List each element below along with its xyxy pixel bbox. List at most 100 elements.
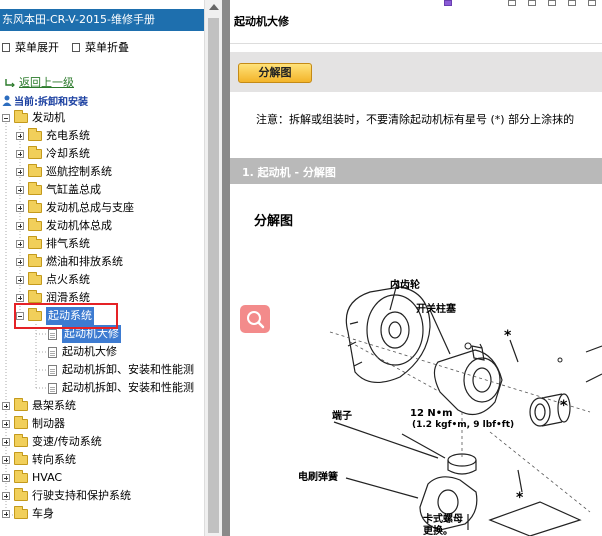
expand-toggle-icon[interactable] [16,222,24,230]
tree-node-starting[interactable]: 起动系统 [16,307,94,325]
toolbar-box-icon[interactable] [548,0,556,6]
folder-open-icon [28,308,42,321]
label-terminal: 端子 [332,411,352,422]
expand-toggle-icon[interactable] [2,510,10,518]
tree-node-label: 充电系统 [46,129,90,142]
folder-icon [28,236,42,249]
tree-leaf-starter-removal-1[interactable]: 起动机拆卸、安装和性能测 [48,361,202,379]
tree-node-cylinder-head[interactable]: 气缸盖总成 [16,181,101,199]
folder-icon [14,398,28,411]
expand-toggle-icon[interactable] [2,438,10,446]
pane-splitter[interactable] [222,0,230,536]
tree-leaf-starter-overhaul-1[interactable]: 起动机大修 [48,325,121,343]
scrollbar-thumb[interactable] [208,18,219,533]
folder-icon [28,290,42,303]
tree-node-cooling[interactable]: 冷却系统 [16,145,90,163]
menu-collapse-label: 菜单折叠 [85,41,129,54]
tree-node-ignition[interactable]: 点火系统 [16,271,90,289]
back-link[interactable]: 返回上一级 [4,74,74,90]
tree-node-engine-assembly[interactable]: 发动机总成与支座 [16,199,134,217]
back-link-label: 返回上一级 [19,76,74,89]
expand-toggle-icon[interactable] [2,420,10,428]
folder-icon [14,416,28,429]
folder-icon [28,254,42,267]
expand-toggle-icon[interactable] [16,276,24,284]
person-icon [2,95,12,106]
tree-node-label: 气缸盖总成 [46,183,101,196]
tree-node-exhaust[interactable]: 排气系统 [16,235,90,253]
tree-node-engine[interactable]: 发动机 [2,109,65,127]
zoom-button[interactable] [240,305,270,333]
content-header: 起动机大修 [230,0,602,44]
content-pane: 起动机大修 分解图 注意：拆解或组装时，不要清除起动机标有星号 (*) 部分上涂… [230,0,602,536]
folder-icon [14,434,28,447]
expand-toggle-icon[interactable] [2,456,10,464]
tree-node-body[interactable]: 车身 [2,505,54,523]
tree-leaf-starter-removal-2[interactable]: 起动机拆卸、安装和性能测 [48,379,202,397]
expand-toggle-icon[interactable] [16,204,24,212]
tree-node-label: 发动机总成与支座 [46,201,134,214]
toolbar-box-icon[interactable] [508,0,516,6]
tree-leaf-label: 起动机拆卸、安装和性能测 [62,381,194,394]
exploded-diagram: 内齿轮 开关柱塞 * * * 端子 12 N•m (1.2 kgf•m, 9 l… [290,262,602,536]
menu-collapse-button[interactable]: 菜单折叠 [72,39,129,55]
expand-toggle-icon[interactable] [16,258,24,266]
manual-title: 东风本田-CR-V-2015-维修手册 [0,9,204,31]
expand-toggle-icon[interactable] [16,294,24,302]
tree-node-label: 排气系统 [46,237,90,250]
collapse-toggle-icon[interactable] [2,114,10,122]
folder-icon [14,506,28,519]
tree-node-label: 发动机 [32,111,65,124]
tree-node-lubrication[interactable]: 润滑系统 [16,289,90,307]
tree-node-cruise[interactable]: 巡航控制系统 [16,163,112,181]
expand-toggle-icon[interactable] [2,474,10,482]
tree-node-hvac[interactable]: HVAC [2,469,62,487]
tree-node-label: 悬架系统 [32,399,76,412]
expand-toggle-icon[interactable] [16,240,24,248]
expand-toggle-icon[interactable] [2,402,10,410]
tree-node-brakes[interactable]: 制动器 [2,415,65,433]
label-brush-spring: 电刷弹簧 [298,472,338,483]
expand-toggle-icon[interactable] [16,168,24,176]
toolbar-box-icon[interactable] [568,0,576,6]
tree-node-label: 车身 [32,507,54,520]
scroll-up-arrow-icon[interactable] [209,4,219,10]
toolbar-box-icon[interactable] [588,0,596,6]
folder-icon [28,164,42,177]
label-replace: 更换。 [423,526,453,536]
menu-expand-button[interactable]: 菜单展开 [2,39,59,55]
collapse-toggle-icon[interactable] [16,312,24,320]
tree-node-steering[interactable]: 转向系统 [2,451,76,469]
tree-node-label: 制动器 [32,417,65,430]
expand-icon [2,42,10,52]
tree-node-label: 点火系统 [46,273,90,286]
expand-toggle-icon[interactable] [16,150,24,158]
tree-leaf-starter-overhaul-2[interactable]: 起动机大修 [48,343,117,361]
tree-node-fuel-emission[interactable]: 燃油和排放系统 [16,253,123,271]
diagram-heading: 分解图 [254,214,294,229]
toolbar-flag-icon[interactable] [444,0,452,6]
page-title: 起动机大修 [234,15,289,28]
expand-toggle-icon[interactable] [16,186,24,194]
folder-icon [14,470,28,483]
exploded-view-button[interactable]: 分解图 [238,63,312,83]
tree-node-driving-support[interactable]: 行驶支持和保护系统 [2,487,131,505]
folder-icon [28,182,42,195]
tree-node-label: 发动机体总成 [46,219,112,232]
tree-node-label: 润滑系统 [46,291,90,304]
tree-node-engine-block[interactable]: 发动机体总成 [16,217,112,235]
tree-node-label: 变速/传动系统 [32,435,102,448]
tree-node-charging[interactable]: 充电系统 [16,127,90,145]
label-asterisk: * [504,328,512,344]
expand-toggle-icon[interactable] [16,132,24,140]
current-location: 当前:拆卸和安装 [2,93,88,108]
tree-node-suspension[interactable]: 悬架系统 [2,397,76,415]
sidebar-scrollbar[interactable] [204,0,222,536]
toolbar-box-icon[interactable] [528,0,536,6]
expand-toggle-icon[interactable] [2,492,10,500]
folder-icon [14,488,28,501]
document-icon [48,328,57,340]
tree-node-transmission[interactable]: 变速/传动系统 [2,433,102,451]
tree-leaf-label: 起动机大修 [62,345,117,358]
back-arrow-icon [5,79,15,87]
